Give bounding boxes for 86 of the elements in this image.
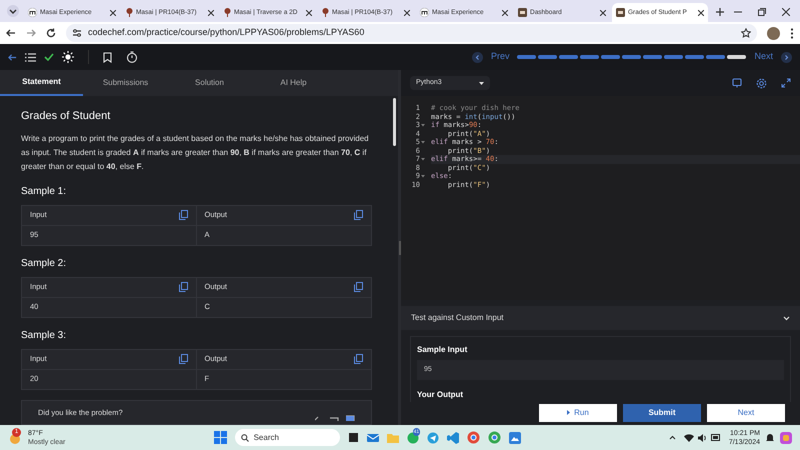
copy-icon[interactable]	[354, 210, 363, 220]
close-icon[interactable]	[782, 8, 790, 16]
next-button[interactable]: Next	[707, 404, 785, 422]
sample-title: Sample 1:	[21, 184, 68, 198]
search-icon	[240, 434, 249, 442]
favicon-icon	[28, 8, 37, 17]
chevron-up-icon[interactable]	[668, 435, 676, 440]
problem-tab[interactable]: Solution	[168, 70, 251, 96]
sample-title: Sample 3:	[21, 328, 68, 342]
expand-icon[interactable]	[781, 78, 791, 88]
submit-button[interactable]: Submit	[623, 404, 701, 422]
chevron-down-icon	[783, 316, 790, 320]
fold-icon[interactable]	[421, 174, 425, 178]
copilot-icon[interactable]	[780, 432, 792, 444]
play-icon	[567, 410, 570, 415]
sample-input-label: Sample Input	[417, 344, 468, 356]
settings-icon[interactable]	[756, 78, 767, 88]
list-icon[interactable]	[25, 52, 36, 62]
close-icon[interactable]	[502, 10, 508, 16]
browser-icon[interactable]	[466, 431, 480, 444]
taskbar-search-field[interactable]: Search	[234, 429, 340, 446]
task-view-icon[interactable]	[348, 432, 359, 443]
favicon-icon	[616, 8, 625, 17]
start-icon[interactable]	[214, 431, 227, 444]
pin-icon	[224, 8, 231, 17]
custom-input-title: Test against Custom Input	[411, 312, 504, 324]
code-editor-icon[interactable]	[446, 432, 459, 444]
copy-icon[interactable]	[178, 210, 188, 220]
more-menu-icon[interactable]	[790, 28, 794, 38]
close-icon[interactable]	[208, 10, 214, 16]
caret-icon	[479, 82, 484, 84]
bell-icon[interactable]	[766, 433, 774, 442]
image-app-icon[interactable]	[508, 432, 521, 444]
rating-icons-drawing[interactable]	[315, 412, 355, 420]
favicon-icon	[518, 8, 527, 17]
next-link[interactable]: Next	[754, 50, 773, 64]
output-label: Your Output	[417, 389, 464, 401]
copy-icon[interactable]	[354, 354, 363, 364]
bookmark-icon[interactable]	[103, 52, 112, 62]
fold-icon[interactable]	[421, 123, 425, 128]
scrollbar[interactable]	[393, 98, 396, 146]
fold-icon[interactable]	[421, 157, 425, 162]
progress-segment[interactable]	[727, 55, 746, 59]
back-arrow-icon[interactable]	[8, 52, 17, 62]
new-tab-icon[interactable]	[716, 8, 724, 16]
profile-avatar[interactable]	[767, 26, 780, 40]
monitor-icon[interactable]	[732, 78, 742, 88]
battery-icon[interactable]	[710, 434, 721, 441]
forward-icon[interactable]	[26, 28, 36, 38]
wifi-icon[interactable]	[684, 434, 694, 442]
run-button[interactable]: Run	[539, 404, 617, 422]
problem-statement: Write a program to print the grades of a student based on the marks he/she has obtained provided as input. The student is graded A if marks are greater than 90, B if marks are greater than 70, C if greater than or equal to 40, else F.	[21, 132, 370, 173]
problem-tab[interactable]: AI Help	[252, 70, 335, 96]
restore-icon[interactable]	[758, 8, 766, 16]
check-icon	[44, 53, 54, 61]
pin-icon	[126, 8, 133, 17]
custom-input-bar[interactable]: Test against Custom Input	[401, 306, 800, 330]
problem-tab[interactable]: Submissions	[84, 70, 167, 96]
close-icon[interactable]	[404, 10, 410, 16]
copy-icon[interactable]	[354, 282, 363, 292]
problem-title: Grades of Student	[21, 109, 112, 124]
paper-plane-icon[interactable]	[426, 432, 439, 444]
browser-icon[interactable]	[488, 431, 501, 444]
close-icon[interactable]	[600, 10, 606, 16]
close-icon[interactable]	[110, 10, 116, 16]
copy-icon[interactable]	[178, 282, 188, 292]
mail-icon[interactable]	[366, 432, 379, 444]
address-bar[interactable]: codechef.com/practice/course/python/LPPYAS06/problems/LPYAS60	[66, 24, 757, 42]
fold-icon[interactable]	[421, 140, 425, 144]
speaker-icon[interactable]	[698, 434, 707, 442]
url-text: codechef.com/practice/course/python/LPPYAS06/problems/LPYAS60	[88, 26, 366, 40]
back-icon[interactable]	[6, 28, 16, 38]
copy-icon[interactable]	[178, 354, 188, 364]
sample-title: Sample 2:	[21, 256, 68, 270]
prev-link[interactable]: Prev	[490, 50, 510, 64]
close-icon[interactable]	[306, 10, 312, 16]
tab-list-icon[interactable]	[6, 4, 20, 18]
bookmark-star-icon[interactable]	[741, 28, 751, 38]
site-settings-icon	[72, 28, 82, 38]
timer-icon[interactable]	[126, 51, 138, 63]
favicon-icon	[420, 8, 429, 17]
reload-icon[interactable]	[46, 28, 56, 38]
theme-sun-icon[interactable]	[62, 51, 74, 63]
problem-tab[interactable]: Statement	[0, 70, 83, 96]
pin-icon	[322, 8, 329, 17]
close-icon[interactable]	[698, 10, 704, 16]
